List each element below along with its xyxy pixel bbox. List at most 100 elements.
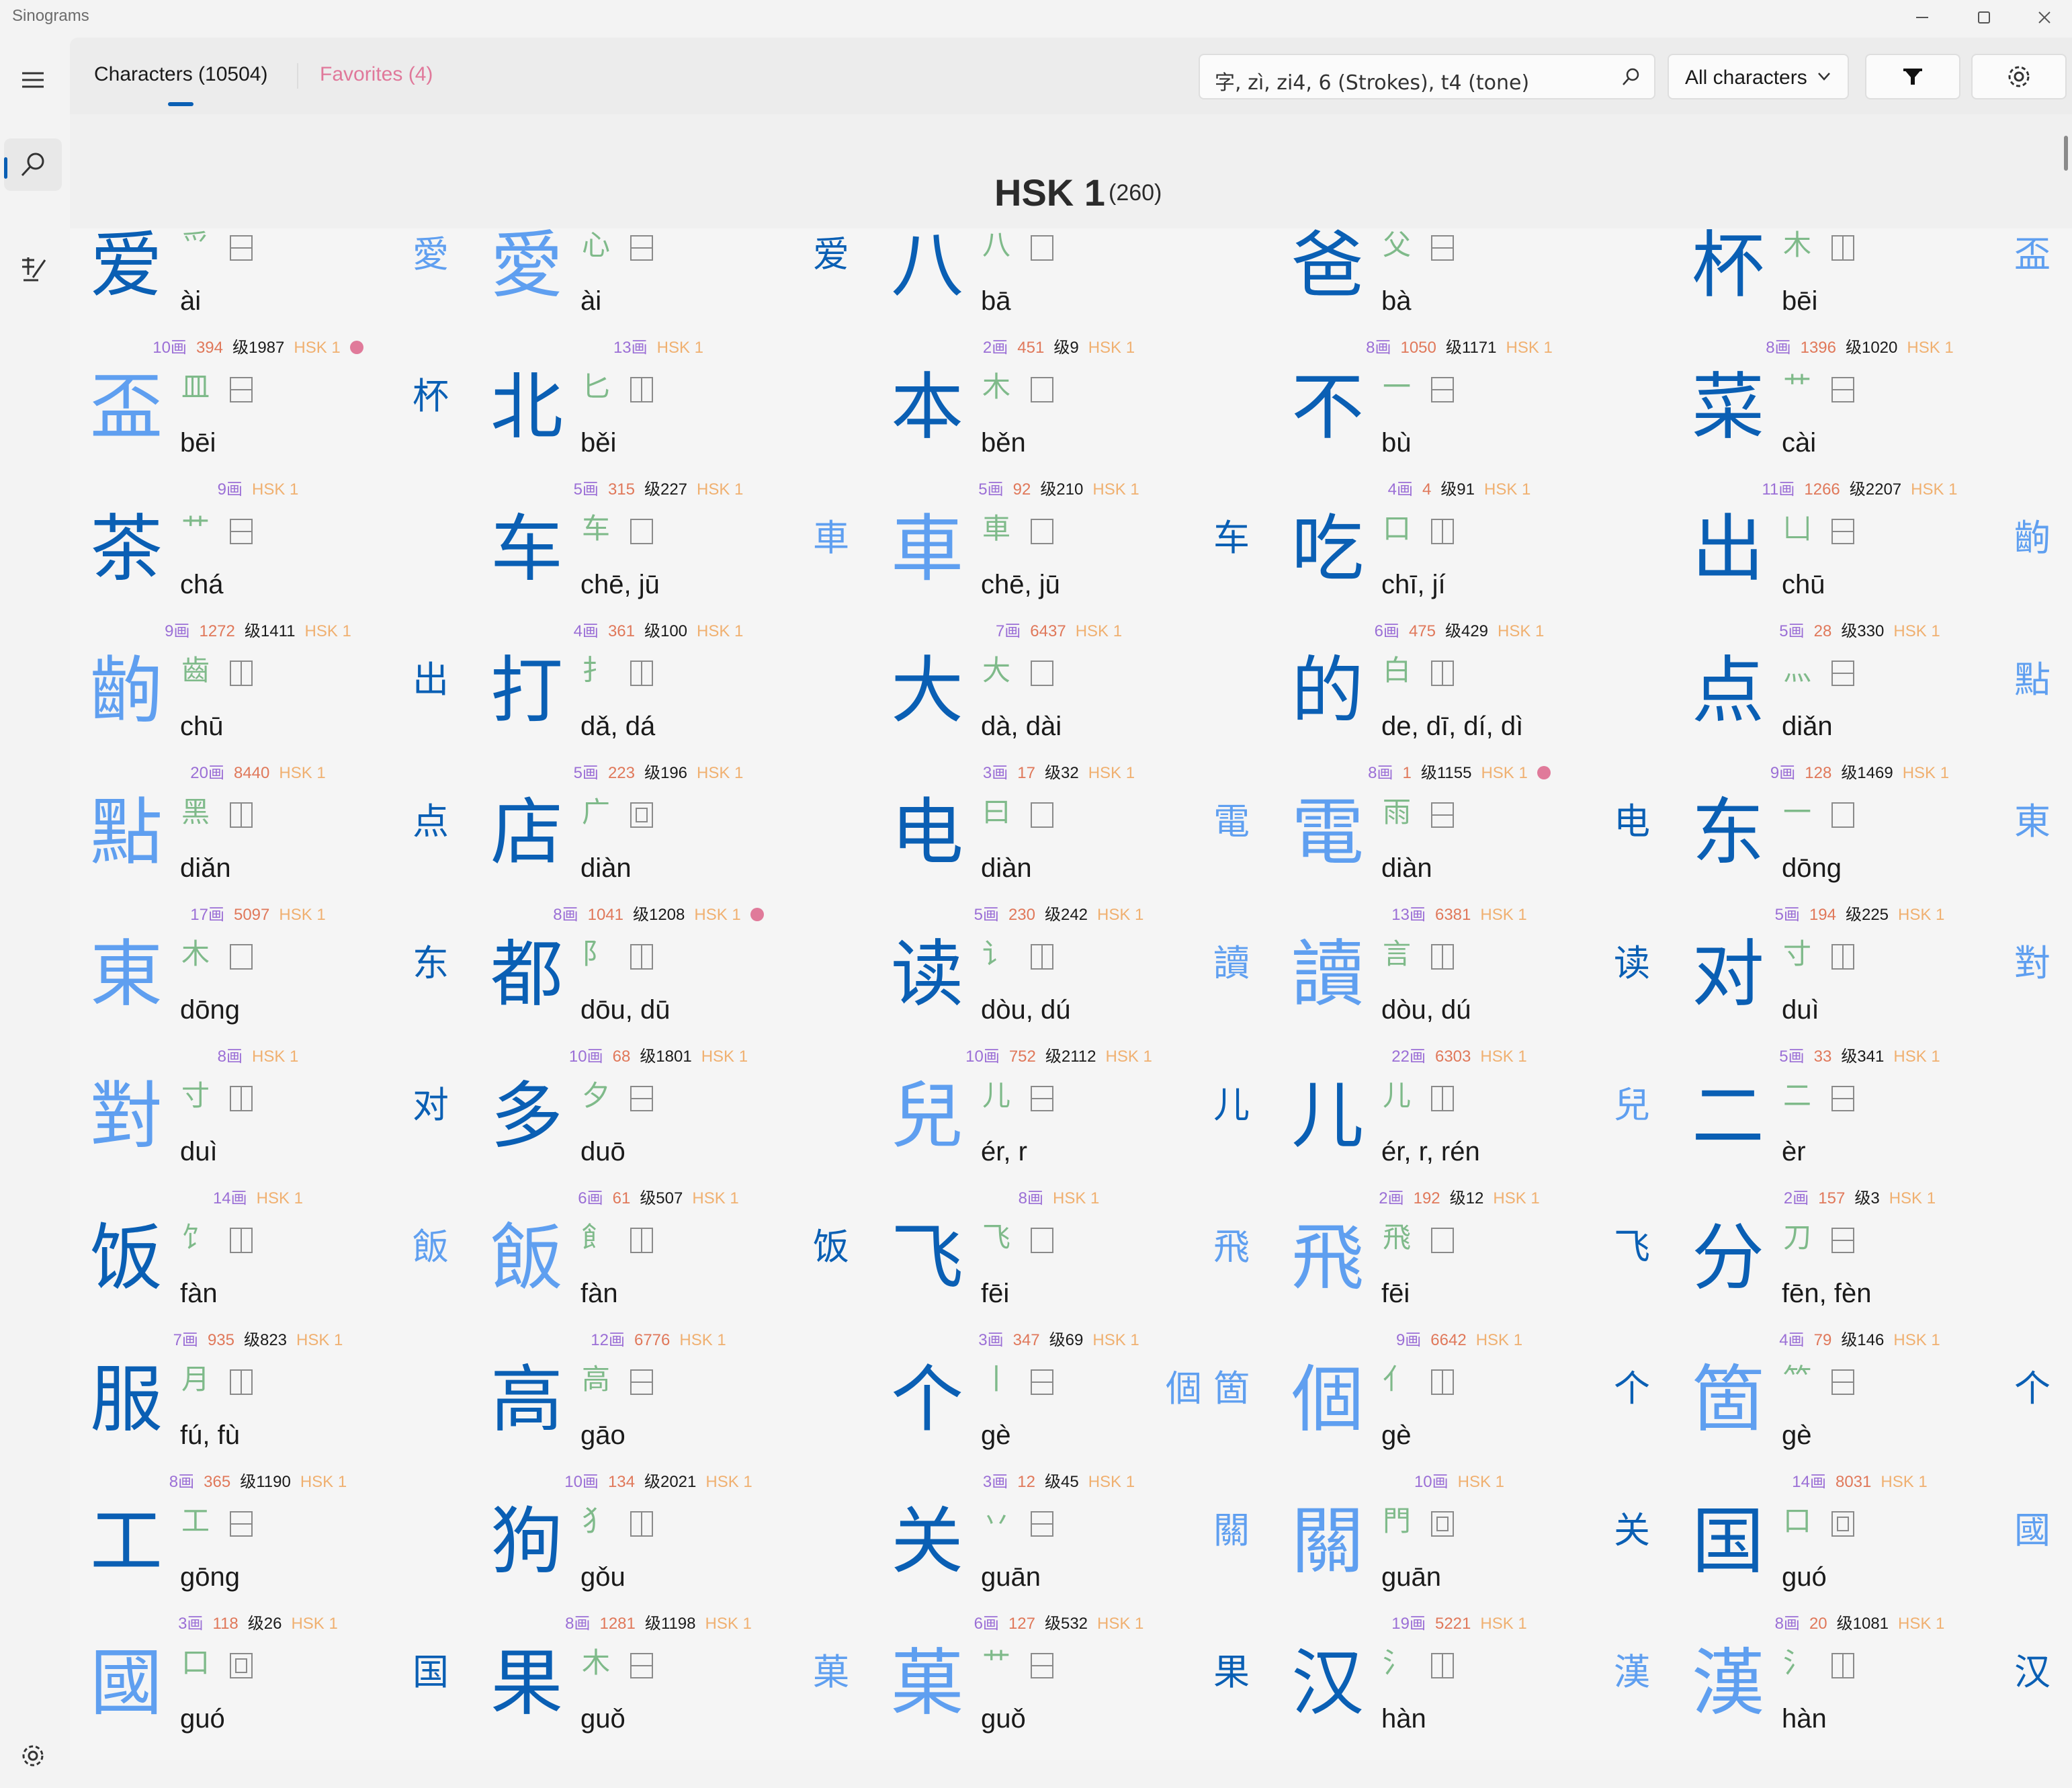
variant-character[interactable]: 菓 <box>813 1654 849 1691</box>
search-icon[interactable] <box>1621 67 1641 87</box>
character-glyph[interactable]: 出 <box>1692 513 1764 586</box>
character-tile[interactable]: 狗犭 gǒu 8画 1281 级1198 HSK 1 <box>470 1504 871 1646</box>
character-glyph[interactable]: 工 <box>90 1506 163 1578</box>
character-glyph[interactable]: 车 <box>490 513 563 586</box>
variant-character[interactable]: 关 <box>1614 1513 1650 1549</box>
nav-item-search[interactable] <box>4 138 62 191</box>
character-tile[interactable]: 二二 èr 2画 157 级3 HSK 1 <box>1672 1079 2072 1221</box>
character-tile[interactable]: 菓艹 guǒ 果 <box>871 1646 1271 1788</box>
character-glyph[interactable]: 都 <box>490 939 563 1011</box>
character-glyph[interactable]: 點 <box>90 797 163 869</box>
character-tile[interactable]: 東木 dōng 东 8画 HSK 1 <box>70 937 470 1079</box>
variant-character[interactable]: 讀 <box>1213 945 1250 982</box>
character-tile[interactable]: 國口 guó 国 <box>70 1646 470 1788</box>
character-glyph[interactable]: 電 <box>1291 797 1364 869</box>
character-tile[interactable]: 吃口 chī, jí 6画 475 级429 HSK 1 <box>1271 512 1672 654</box>
character-tile[interactable]: 漢氵 hàn 汉 <box>1672 1646 2072 1788</box>
character-glyph[interactable]: 个 <box>891 1364 963 1437</box>
character-glyph[interactable]: 菜 <box>1692 372 1764 444</box>
character-tile[interactable]: 盃皿 bēi 杯 9画 HSK 1 <box>70 370 470 512</box>
character-glyph[interactable]: 茶 <box>90 513 163 586</box>
variant-character[interactable]: 杯 <box>413 378 449 415</box>
variant-character[interactable]: 儿 <box>1213 1087 1250 1123</box>
variant-character[interactable]: 電 <box>1213 804 1250 840</box>
character-tile[interactable]: 電雨 diàn 电 13画 6381 HSK 1 <box>1271 796 1672 937</box>
character-glyph[interactable]: 二 <box>1692 1080 1764 1153</box>
character-glyph[interactable]: 北 <box>490 372 563 444</box>
character-glyph[interactable]: 盃 <box>90 372 163 444</box>
character-tile[interactable]: 打扌 dǎ, dá 5画 223 级196 HSK 1 <box>470 654 871 796</box>
character-tile[interactable]: 汉氵 hàn 漢 <box>1271 1646 1672 1788</box>
variant-character[interactable]: 爱 <box>813 237 849 273</box>
variant-character[interactable]: 个 <box>1614 1371 1650 1407</box>
character-tile[interactable]: 大大 dà, dài 3画 17 级32 HSK 1 <box>871 654 1271 796</box>
variant-character[interactable]: 饭 <box>813 1229 849 1265</box>
character-glyph[interactable]: 飯 <box>490 1222 563 1295</box>
variant-character[interactable]: 關 <box>1213 1513 1250 1549</box>
character-tile[interactable]: 关丷 guān 關 6画 127 级532 HSK 1 <box>871 1504 1271 1646</box>
character-tile[interactable]: 箇⺮ gè 个 14画 8031 HSK 1 <box>1672 1363 2072 1504</box>
search-input[interactable]: 字, zì, zi4, 6 (Strokes), t4 (tone) <box>1215 66 1529 95</box>
character-tile[interactable]: 都阝 dōu, dū 10画 68 级1801 HSK 1 <box>470 937 871 1079</box>
character-glyph[interactable]: 关 <box>891 1506 963 1578</box>
character-glyph[interactable]: 读 <box>891 939 963 1011</box>
variant-character[interactable]: 愛 <box>413 237 449 273</box>
variant-character[interactable]: 东 <box>413 945 449 982</box>
variant-character[interactable]: 飛 <box>1213 1229 1250 1265</box>
close-button[interactable] <box>2014 0 2072 35</box>
variant-character[interactable]: 车 <box>1213 520 1250 556</box>
options-button[interactable] <box>1971 54 2067 99</box>
variant-character[interactable]: 飞 <box>1614 1229 1650 1265</box>
character-tile[interactable]: 个丨 gè 個 箇 3画 12 级45 HSK 1 <box>871 1363 1271 1504</box>
character-glyph[interactable]: 电 <box>891 797 963 869</box>
character-glyph[interactable]: 東 <box>90 939 163 1011</box>
character-tile[interactable]: 飛飛 fēi 飞 9画 6642 HSK 1 <box>1271 1221 1672 1363</box>
character-tile[interactable]: 對寸 duì 对 14画 HSK 1 <box>70 1079 470 1221</box>
variant-character[interactable]: 點 <box>2014 662 2051 698</box>
character-glyph[interactable]: 东 <box>1692 797 1764 869</box>
character-glyph[interactable]: 对 <box>1692 939 1764 1011</box>
variant-character[interactable]: 读 <box>1614 945 1650 982</box>
character-tile[interactable]: 爱爫 ài 愛 10画 394 级1987 HSK 1 <box>70 228 470 370</box>
character-tile[interactable]: 杯木 bēi 盃 8画 1396 级1020 HSK 1 <box>1672 228 2072 370</box>
character-tile[interactable]: 出凵 chū 齣 5画 28 级330 HSK 1 <box>1672 512 2072 654</box>
character-tile[interactable]: 饭饣 fàn 飯 7画 935 级823 HSK 1 <box>70 1221 470 1363</box>
character-tile[interactable]: 的白 de, dī, dí, dì 8画 1 级1155 HSK 1 <box>1271 654 1672 796</box>
character-glyph[interactable]: 菓 <box>891 1648 963 1720</box>
character-glyph[interactable]: 大 <box>891 655 963 728</box>
character-tile[interactable]: 电曰 diàn 電 5画 230 级242 HSK 1 <box>871 796 1271 937</box>
character-tile[interactable]: 不一 bù 4画 4 级91 HSK 1 <box>1271 370 1672 512</box>
character-tile[interactable]: 国口 guó 國 8画 20 级1081 HSK 1 <box>1672 1504 2072 1646</box>
character-glyph[interactable]: 國 <box>90 1648 163 1720</box>
nav-item-writing[interactable] <box>4 243 62 296</box>
variant-character[interactable]: 兒 <box>1614 1087 1650 1123</box>
tab-characters[interactable]: Characters (10504) <box>94 63 267 86</box>
character-glyph[interactable]: 高 <box>490 1364 563 1437</box>
character-tile[interactable]: 读讠 dòu, dú 讀 10画 752 级2112 HSK 1 <box>871 937 1271 1079</box>
character-tile[interactable]: 店广 diàn 8画 1041 级1208 HSK 1 <box>470 796 871 937</box>
variant-character[interactable]: 出 <box>413 662 449 698</box>
character-glyph[interactable]: 分 <box>1692 1222 1764 1295</box>
character-glyph[interactable]: 汉 <box>1291 1648 1364 1720</box>
character-glyph[interactable]: 吃 <box>1291 513 1364 586</box>
character-tile[interactable]: 飞飞 fēi 飛 3画 347 级69 HSK 1 <box>871 1221 1271 1363</box>
variant-character[interactable]: 國 <box>2014 1513 2051 1549</box>
variant-character[interactable]: 東 <box>2014 804 2051 840</box>
settings-button[interactable] <box>4 1730 62 1782</box>
character-tile[interactable]: 本木 běn 5画 92 级210 HSK 1 <box>871 370 1271 512</box>
character-glyph[interactable]: 個 <box>1291 1364 1364 1437</box>
character-tile[interactable]: 兒儿 ér, r 儿 8画 HSK 1 <box>871 1079 1271 1221</box>
character-glyph[interactable]: 多 <box>490 1080 563 1153</box>
character-glyph[interactable]: 飛 <box>1291 1222 1364 1295</box>
character-tile[interactable]: 儿儿 ér, r, rén 兒 2画 192 级12 HSK 1 <box>1271 1079 1672 1221</box>
character-tile[interactable]: 個亻 gè 个 10画 HSK 1 <box>1271 1363 1672 1504</box>
character-tile[interactable]: 八八 bā 2画 451 级9 HSK 1 <box>871 228 1271 370</box>
variant-character[interactable]: 對 <box>2014 945 2051 982</box>
character-glyph[interactable]: 漢 <box>1692 1648 1764 1720</box>
character-glyph[interactable]: 兒 <box>891 1080 963 1153</box>
character-tile[interactable]: 關門 guān 关 19画 5221 HSK 1 <box>1271 1504 1672 1646</box>
character-tile[interactable]: 飯飠 fàn 饭 12画 6776 HSK 1 <box>470 1221 871 1363</box>
character-tile[interactable]: 点灬 diǎn 點 9画 128 级1469 HSK 1 <box>1672 654 2072 796</box>
character-glyph[interactable]: 爸 <box>1291 230 1364 302</box>
character-tile[interactable]: 分刀 fēn, fèn 4画 79 级146 HSK 1 <box>1672 1221 2072 1363</box>
